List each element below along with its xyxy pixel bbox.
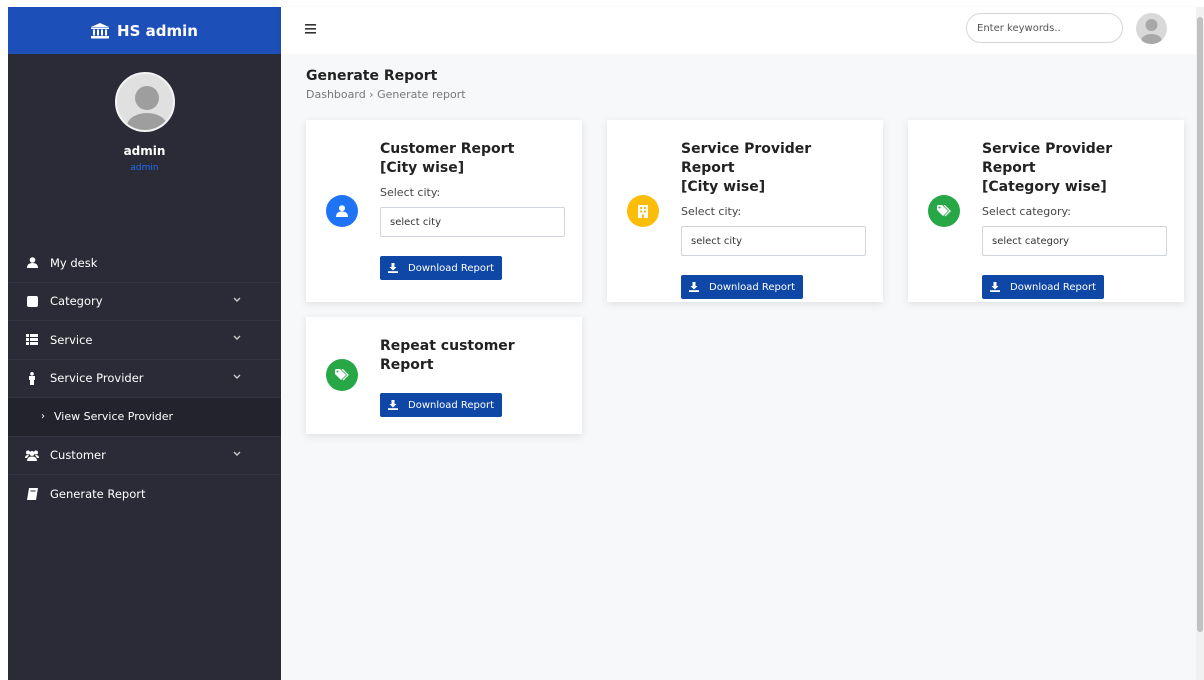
user-icon bbox=[326, 195, 358, 227]
sidebar: HS admin admin admin My desk Category Se… bbox=[8, 7, 281, 680]
sidebar-item-label: Category bbox=[50, 294, 103, 309]
user-avatar[interactable] bbox=[1136, 13, 1167, 44]
chevron-down-icon[interactable] bbox=[233, 297, 241, 303]
download-button-label: Download Report bbox=[1010, 281, 1097, 293]
book-icon bbox=[25, 487, 39, 501]
download-report-button[interactable]: Download Report bbox=[681, 275, 804, 299]
select-city-label: Select city: bbox=[681, 205, 742, 218]
download-icon bbox=[388, 400, 398, 410]
select-category-label: Select category: bbox=[982, 205, 1071, 218]
list-icon bbox=[25, 333, 39, 347]
person-icon bbox=[25, 371, 39, 385]
sidebar-item-label: Customer bbox=[50, 448, 106, 463]
chevron-down-icon[interactable] bbox=[233, 451, 241, 457]
sidebar-item-category[interactable]: Category bbox=[8, 283, 281, 321]
chevron-down-icon[interactable] bbox=[233, 374, 241, 380]
profile: admin admin bbox=[8, 54, 281, 244]
sidebar-item-customer[interactable]: Customer bbox=[8, 437, 281, 475]
service-provider-category-report-card: Service Provider Report [Category wise] … bbox=[908, 120, 1184, 302]
user-avatar-icon bbox=[1141, 19, 1162, 44]
scrollbar-thumb[interactable] bbox=[1197, 17, 1203, 632]
page-title: Generate Report bbox=[306, 68, 438, 84]
profile-name: admin bbox=[123, 144, 166, 158]
card-body: Repeat customer Report Download Report bbox=[380, 337, 565, 417]
sidebar-item-label: My desk bbox=[50, 255, 98, 270]
card-title: Repeat customer bbox=[380, 338, 515, 354]
repeat-customer-report-card: Repeat customer Report Download Report bbox=[306, 317, 582, 434]
building-icon bbox=[627, 195, 659, 227]
square-icon bbox=[25, 294, 39, 308]
sidebar-item-my-desk[interactable]: My desk bbox=[8, 244, 281, 283]
download-icon bbox=[990, 282, 1000, 292]
sidebar-item-label: Generate Report bbox=[50, 487, 146, 502]
card-title: Customer Report bbox=[380, 141, 515, 157]
select-city-label: Select city: bbox=[380, 186, 441, 199]
download-icon bbox=[689, 282, 699, 292]
card-body: Service Provider Report [Category wise] … bbox=[982, 140, 1167, 299]
card-subtitle: [City wise] bbox=[681, 179, 766, 195]
download-report-button[interactable]: Download Report bbox=[380, 393, 503, 417]
sidebar-item-service[interactable]: Service bbox=[8, 321, 281, 360]
service-provider-city-report-card: Service Provider Report [City wise] Sele… bbox=[607, 120, 883, 302]
download-button-label: Download Report bbox=[408, 399, 495, 411]
scrollbar[interactable] bbox=[1196, 7, 1204, 680]
tag-icon bbox=[928, 195, 960, 227]
city-select[interactable]: select city bbox=[681, 226, 866, 256]
download-button-label: Download Report bbox=[709, 281, 796, 293]
topbar bbox=[281, 7, 1196, 54]
user-avatar-icon bbox=[126, 86, 167, 130]
sidebar-menu: My desk Category Service Service Provide… bbox=[8, 244, 281, 514]
brand[interactable]: HS admin bbox=[8, 7, 281, 54]
sidebar-item-service-provider[interactable]: Service Provider bbox=[8, 360, 281, 398]
sidebar-item-label: View Service Provider bbox=[54, 410, 174, 424]
brand-title: HS admin bbox=[117, 21, 198, 40]
users-icon bbox=[25, 448, 39, 462]
chevron-down-icon[interactable] bbox=[233, 335, 241, 341]
download-report-button[interactable]: Download Report bbox=[380, 256, 503, 280]
download-icon bbox=[388, 263, 398, 273]
card-body: Customer Report [City wise] Select city:… bbox=[380, 140, 565, 280]
sidebar-item-label: Service bbox=[50, 332, 93, 347]
sidebar-item-generate-report[interactable]: Generate Report bbox=[8, 475, 281, 514]
main-content: Generate Report Dashboard › Generate rep… bbox=[281, 54, 1196, 680]
card-title: Service Provider Report bbox=[681, 141, 812, 176]
sidebar-item-view-service-provider[interactable]: › View Service Provider bbox=[8, 398, 281, 437]
search-input[interactable] bbox=[966, 13, 1123, 43]
card-body: Service Provider Report [City wise] Sele… bbox=[681, 140, 866, 299]
avatar[interactable] bbox=[114, 72, 175, 132]
user-icon bbox=[25, 256, 39, 270]
chevron-right-icon: › bbox=[41, 411, 45, 423]
profile-role: admin bbox=[130, 163, 159, 173]
customer-report-card: Customer Report [City wise] Select city:… bbox=[306, 120, 582, 302]
card-subtitle: [City wise] bbox=[380, 160, 465, 176]
category-select[interactable]: select category bbox=[982, 226, 1167, 256]
download-button-label: Download Report bbox=[408, 262, 495, 274]
breadcrumb[interactable]: Dashboard › Generate report bbox=[306, 88, 466, 101]
download-report-button[interactable]: Download Report bbox=[982, 275, 1105, 299]
bank-icon bbox=[91, 22, 110, 38]
card-subtitle: Report bbox=[380, 357, 434, 373]
sidebar-item-label: Service Provider bbox=[50, 371, 144, 386]
tag-icon bbox=[326, 359, 358, 391]
card-title: Service Provider Report bbox=[982, 141, 1113, 176]
city-select[interactable]: select city bbox=[380, 207, 565, 237]
card-subtitle: [Category wise] bbox=[982, 179, 1107, 195]
hamburger-menu-icon[interactable] bbox=[305, 24, 316, 34]
